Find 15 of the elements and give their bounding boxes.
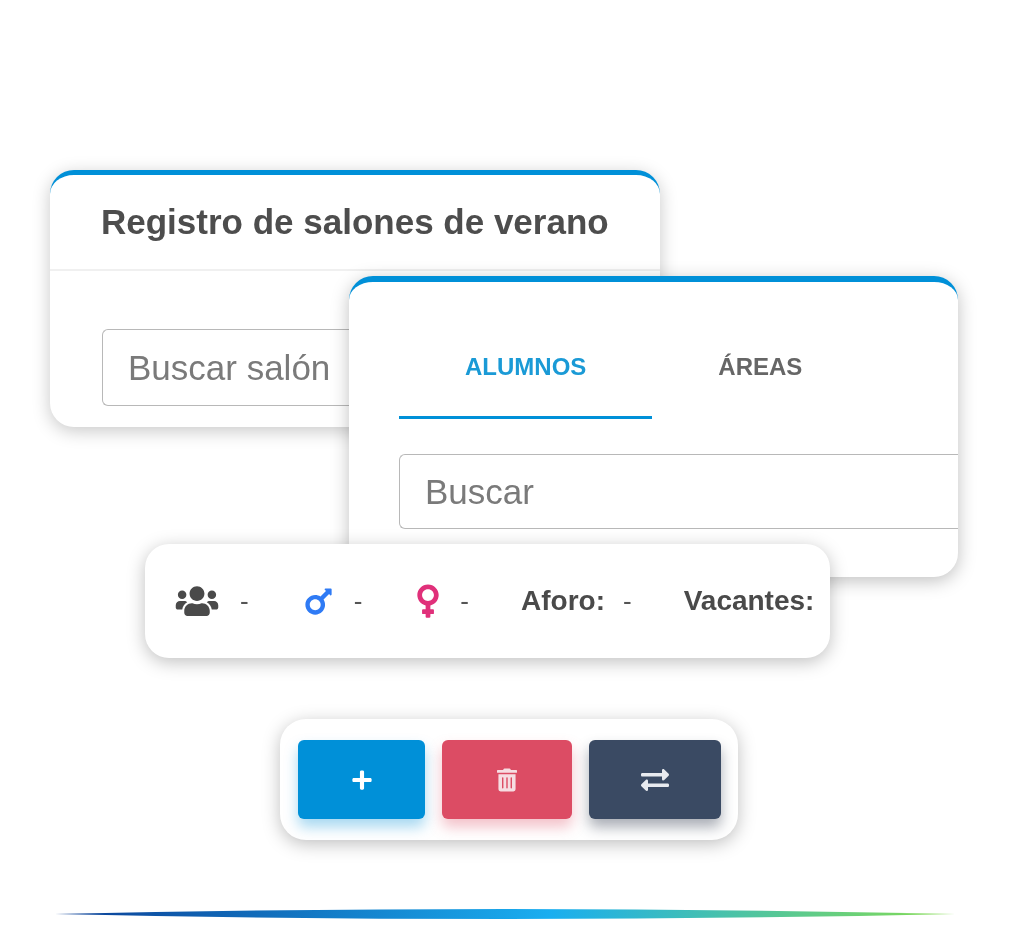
stat-value: -	[353, 584, 363, 618]
delete-button[interactable]	[442, 740, 572, 819]
search-field[interactable]: Buscar	[399, 454, 958, 529]
trash-icon	[497, 766, 517, 793]
tab[interactable]: ALUMNOS	[399, 323, 653, 419]
stat-value: -	[240, 584, 249, 618]
tab[interactable]: ÁREAS	[652, 323, 869, 419]
stat-value: -	[460, 584, 469, 618]
stat-label: Aforo:	[521, 584, 605, 618]
card-title: Registro de salones de verano	[101, 200, 609, 243]
stat-value: -	[623, 584, 632, 618]
transfer-button[interactable]	[589, 740, 721, 819]
stat-label: Vacantes:	[683, 584, 815, 618]
search-field[interactable]: Buscar salón	[102, 329, 349, 406]
plus-icon	[350, 768, 373, 791]
